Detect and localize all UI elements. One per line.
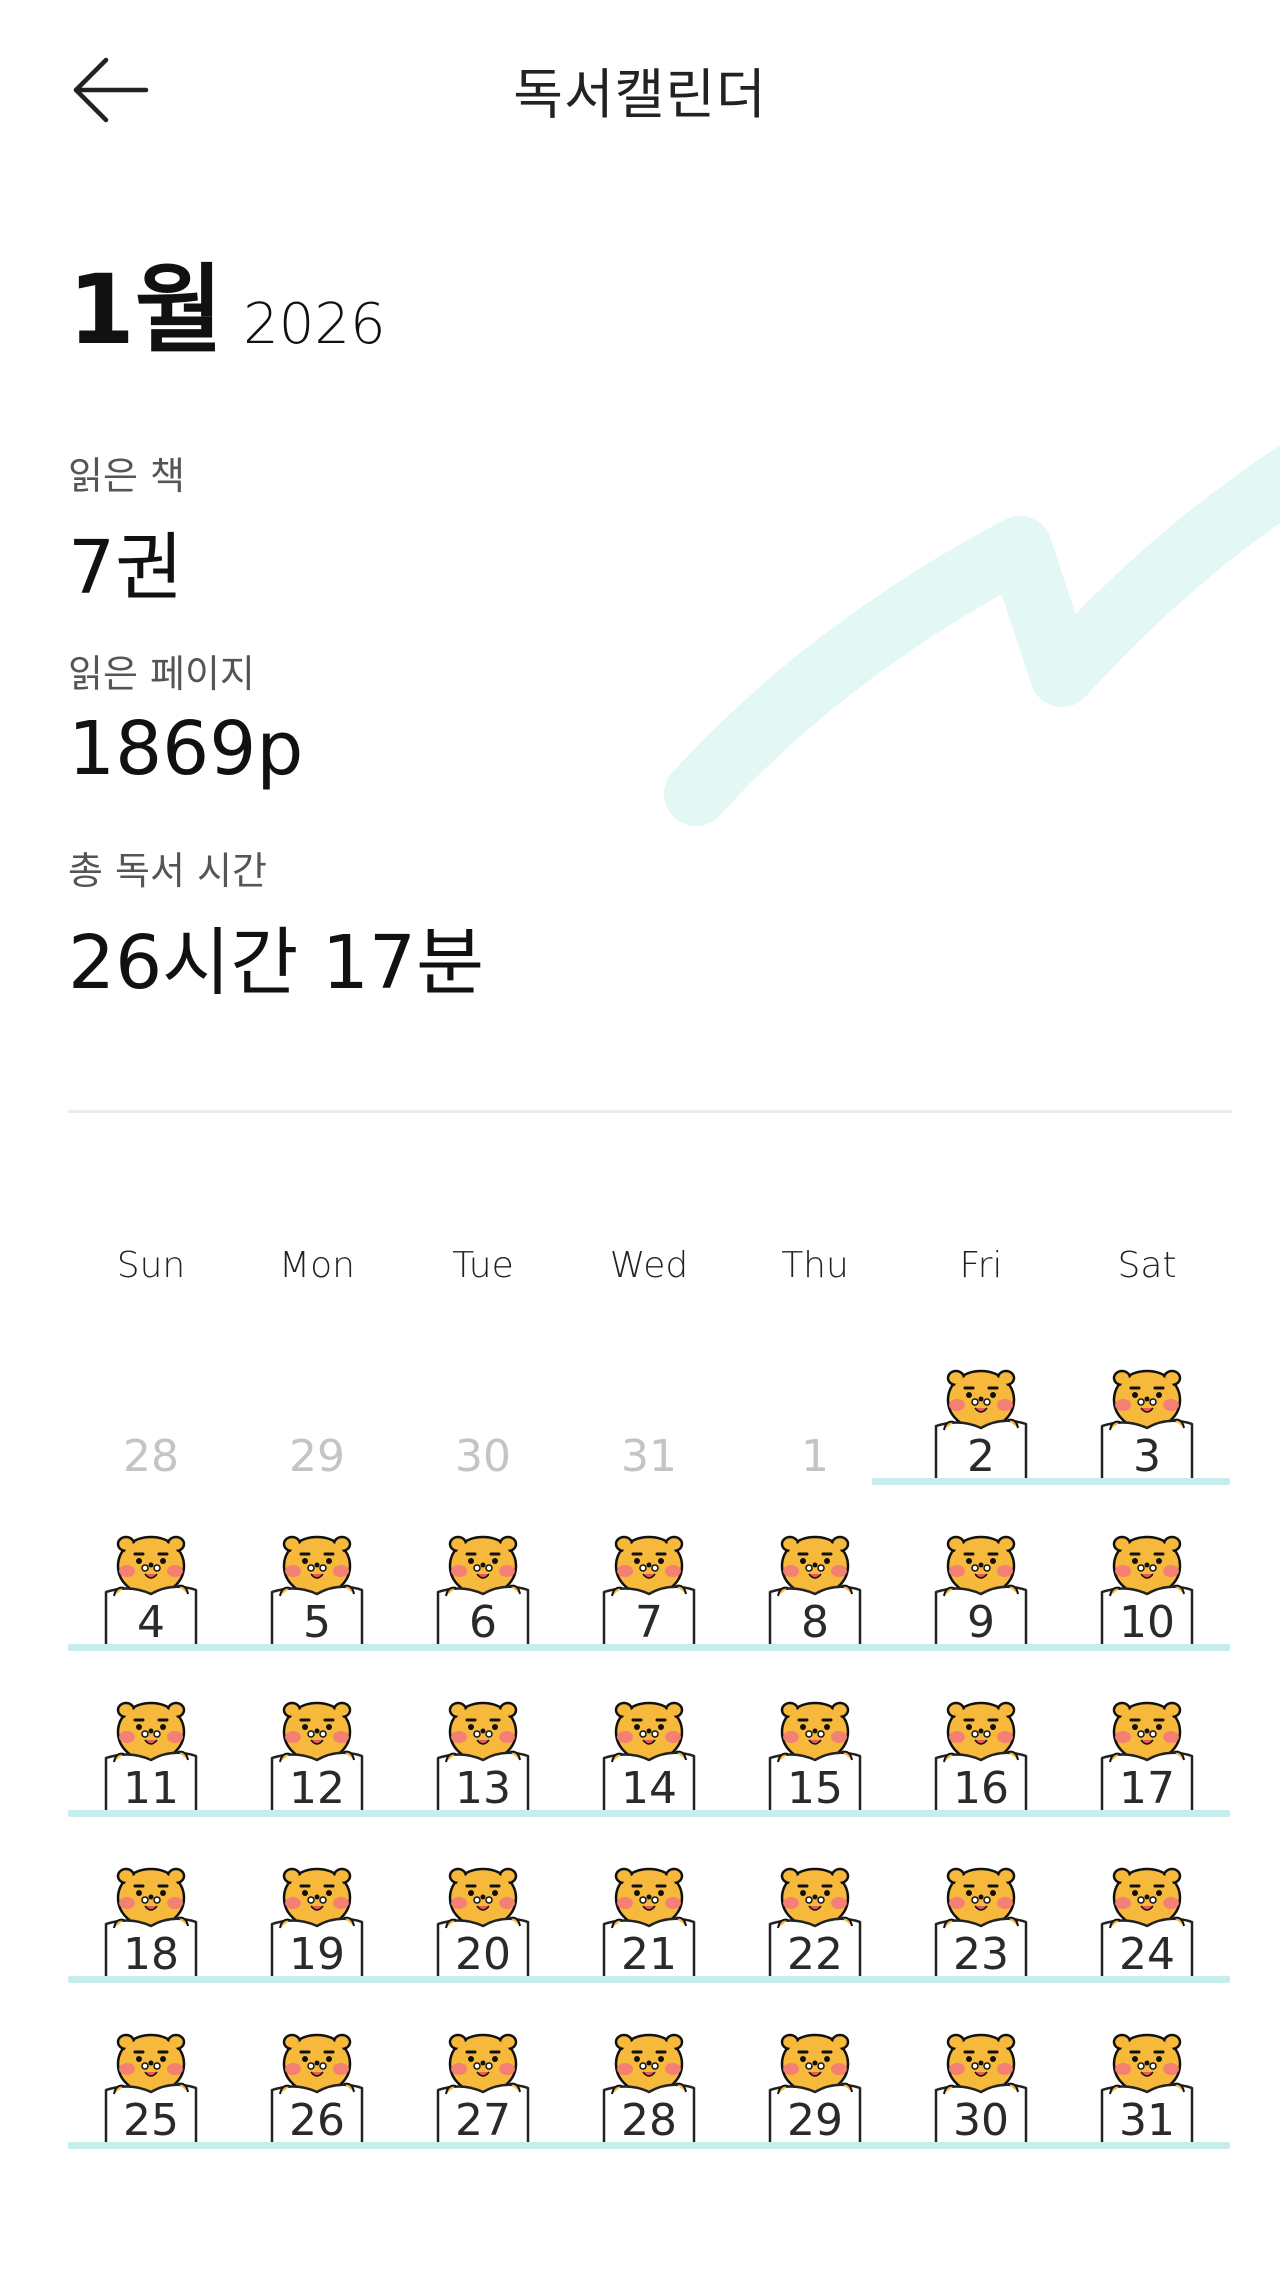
calendar-day-cell[interactable]: 17	[1064, 1662, 1230, 1822]
day-number: 10	[1119, 1597, 1175, 1648]
calendar-day-cell[interactable]: 24	[1064, 1828, 1230, 1988]
calendar-day-cell[interactable]: 25	[68, 1994, 234, 2154]
weekday-mon: Mon	[279, 1245, 355, 1286]
year-label: 2026	[243, 292, 386, 357]
day-number: 12	[289, 1763, 345, 1814]
weekday-sat: Sat	[1117, 1245, 1177, 1286]
calendar-day-cell[interactable]: 28	[566, 1994, 732, 2154]
day-number: 7	[635, 1597, 663, 1648]
day-number: 5	[303, 1597, 331, 1648]
stat-time-label: 총 독서 시간	[68, 849, 267, 893]
stat-pages-label: 읽은 페이지	[68, 652, 255, 696]
day-number: 8	[801, 1597, 829, 1648]
day-number: 14	[621, 1763, 677, 1814]
calendar-day-cell[interactable]: 15	[732, 1662, 898, 1822]
month-header: 1월 2026	[68, 232, 386, 366]
weekday-sun: Sun	[116, 1245, 186, 1286]
day-number: 11	[123, 1763, 179, 1814]
calendar-grid: 28 29 30 31 1 2 3 4 5 6 7 8 9 10 11 12 13 14 15 16 17 18 19 20 2…	[68, 1330, 1232, 2149]
calendar-day-cell[interactable]: 19	[234, 1828, 400, 1988]
calendar-day-cell[interactable]: 20	[400, 1828, 566, 1988]
day-number: 28	[123, 1431, 179, 1482]
day-number: 29	[289, 1431, 345, 1482]
calendar-day-cell[interactable]: 31	[1064, 1994, 1230, 2154]
calendar-day-cell[interactable]: 18	[68, 1828, 234, 1988]
day-number: 15	[787, 1763, 843, 1814]
stat-books-value: 7권	[68, 525, 184, 611]
calendar-day-cell[interactable]: 29	[732, 1994, 898, 2154]
day-number: 6	[469, 1597, 497, 1648]
day-number: 21	[621, 1929, 677, 1980]
day-number: 28	[621, 2095, 677, 2146]
calendar-day-cell[interactable]: 6	[400, 1496, 566, 1656]
calendar-day-cell[interactable]: 7	[566, 1496, 732, 1656]
day-number: 25	[123, 2095, 179, 2146]
calendar-day-cell[interactable]: 14	[566, 1662, 732, 1822]
stat-time-value: 26시간 17분	[68, 920, 485, 1006]
calendar-day-cell[interactable]: 23	[898, 1828, 1064, 1988]
day-number: 9	[967, 1597, 995, 1648]
decorative-stroke	[664, 444, 1280, 826]
day-number: 19	[289, 1929, 345, 1980]
calendar-day-cell[interactable]: 26	[234, 1994, 400, 2154]
calendar-day-cell[interactable]: 27	[400, 1994, 566, 2154]
stat-books-label: 읽은 책	[68, 454, 185, 498]
calendar-day-cell[interactable]: 4	[68, 1496, 234, 1656]
day-number: 23	[953, 1929, 1009, 1980]
day-number: 22	[787, 1929, 843, 1980]
weekday-fri: Fri	[959, 1245, 1003, 1286]
day-number: 20	[455, 1929, 511, 1980]
weekday-header: Sun Mon Tue Wed Thu Fri Sat	[68, 1245, 1232, 1305]
month-label: 1월	[68, 254, 224, 366]
day-number: 30	[953, 2095, 1009, 2146]
day-number: 31	[621, 1431, 677, 1482]
top-bar: 독서캘린더	[0, 0, 1280, 170]
calendar-day-cell[interactable]: 21	[566, 1828, 732, 1988]
day-number: 3	[1133, 1431, 1161, 1482]
day-number: 16	[953, 1763, 1009, 1814]
stat-time: 총 독서 시간 26시간 17분	[68, 840, 484, 1010]
day-number: 4	[137, 1597, 165, 1648]
calendar-day-cell[interactable]: 9	[898, 1496, 1064, 1656]
calendar-day-cell[interactable]: 22	[732, 1828, 898, 1988]
calendar-day-cell[interactable]: 2	[898, 1330, 1064, 1490]
calendar-day-cell[interactable]: 1	[732, 1330, 898, 1490]
calendar-day-cell[interactable]: 8	[732, 1496, 898, 1656]
calendar-day-cell[interactable]: 5	[234, 1496, 400, 1656]
calendar-day-cell[interactable]: 13	[400, 1662, 566, 1822]
day-number: 29	[787, 2095, 843, 2146]
stat-pages: 읽은 페이지 1869p	[68, 643, 303, 792]
day-number: 1	[801, 1431, 829, 1482]
day-number: 24	[1119, 1929, 1175, 1980]
calendar-day-cell[interactable]: 29	[234, 1330, 400, 1490]
weekday-tue: Tue	[452, 1245, 514, 1286]
day-number: 13	[455, 1763, 511, 1814]
calendar-day-cell[interactable]: 31	[566, 1330, 732, 1490]
calendar-day-cell[interactable]: 30	[400, 1330, 566, 1490]
calendar-day-cell[interactable]: 16	[898, 1662, 1064, 1822]
day-number: 18	[123, 1929, 179, 1980]
day-number: 31	[1119, 2095, 1175, 2146]
calendar-day-cell[interactable]: 3	[1064, 1330, 1230, 1490]
day-number: 27	[455, 2095, 511, 2146]
calendar-day-cell[interactable]: 28	[68, 1330, 234, 1490]
day-number: 17	[1119, 1763, 1175, 1814]
weekday-thu: Thu	[781, 1245, 849, 1286]
calendar-day-cell[interactable]: 12	[234, 1662, 400, 1822]
calendar-day-cell[interactable]: 10	[1064, 1496, 1230, 1656]
day-number: 26	[289, 2095, 345, 2146]
stat-pages-value: 1869p	[68, 706, 304, 792]
page-title: 독서캘린더	[513, 63, 767, 126]
weekday-wed: Wed	[609, 1245, 689, 1286]
divider	[68, 1110, 1232, 1113]
day-number: 2	[967, 1431, 995, 1482]
stat-books: 읽은 책 7권	[68, 445, 185, 615]
calendar-day-cell[interactable]: 11	[68, 1662, 234, 1822]
calendar-day-cell[interactable]: 30	[898, 1994, 1064, 2154]
day-number: 30	[455, 1431, 511, 1482]
